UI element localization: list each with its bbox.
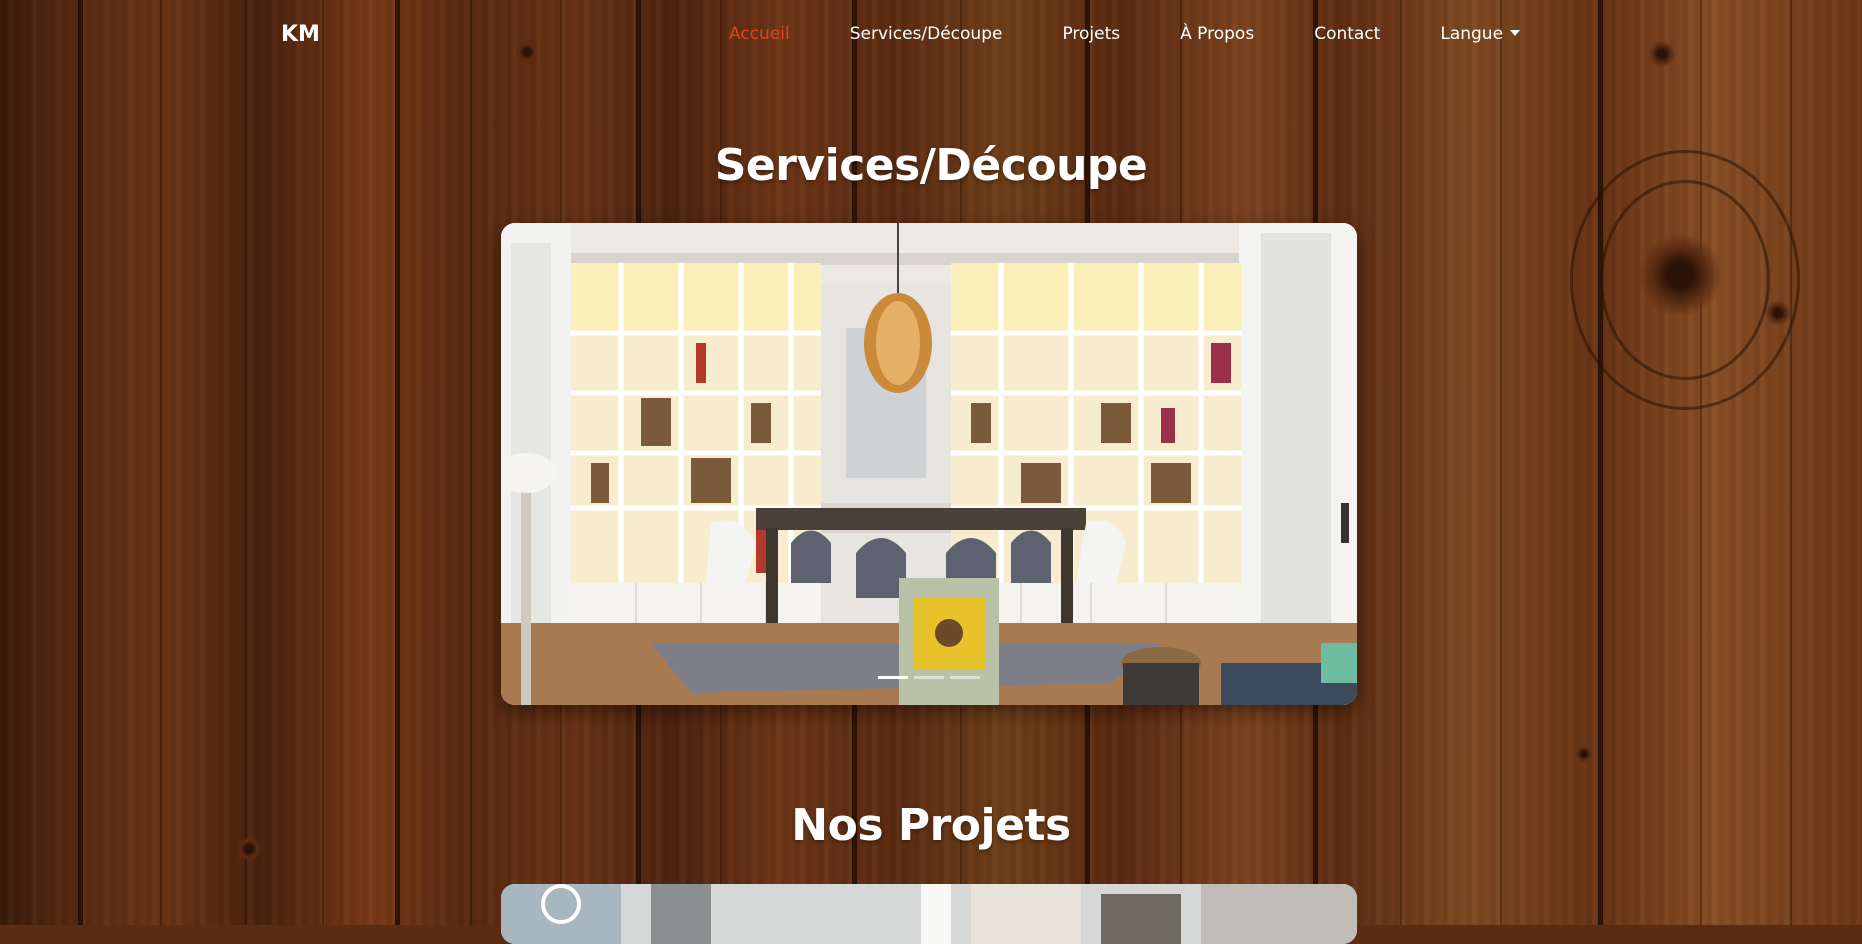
- nav-link-a-propos[interactable]: À Propos: [1180, 24, 1254, 44]
- plank-gap: [1598, 0, 1603, 925]
- wood-knot: [1765, 300, 1791, 326]
- wood-grain: [245, 0, 247, 925]
- nav-link-services[interactable]: Services/Découpe: [850, 24, 1003, 44]
- navbar: KM Accueil Services/Découpe Projets À Pr…: [0, 0, 1862, 72]
- carousel-indicator-3[interactable]: [950, 676, 980, 679]
- wood-grain: [1400, 0, 1402, 925]
- carousel-indicators: [501, 676, 1357, 679]
- wood-knot: [1575, 745, 1593, 763]
- nav-links: Accueil Services/Découpe Projets À Propo…: [729, 24, 1580, 44]
- nav-link-projets[interactable]: Projets: [1062, 24, 1120, 44]
- wood-grain: [322, 0, 324, 925]
- projects-carousel[interactable]: [501, 884, 1357, 944]
- services-carousel[interactable]: [501, 223, 1357, 705]
- nav-link-contact[interactable]: Contact: [1314, 24, 1380, 44]
- brand-logo[interactable]: KM: [281, 22, 320, 47]
- nav-link-accueil[interactable]: Accueil: [729, 24, 790, 44]
- carousel-slide-image: [501, 223, 1357, 705]
- wood-grain: [470, 0, 472, 925]
- nav-dropdown-langue[interactable]: Langue: [1440, 24, 1520, 44]
- caret-down-icon: [1510, 30, 1520, 36]
- carousel-indicator-1[interactable]: [878, 676, 908, 679]
- carousel-indicator-2[interactable]: [914, 676, 944, 679]
- wood-grain: [1500, 0, 1502, 925]
- wood-grain: [160, 0, 162, 925]
- wood-grain: [1700, 0, 1702, 925]
- services-section-title: Services/Découpe: [0, 140, 1862, 191]
- projects-slide-image: [501, 884, 1357, 944]
- nav-dropdown-langue-label: Langue: [1440, 24, 1503, 44]
- plank-gap: [78, 0, 83, 925]
- plank-gap: [395, 0, 400, 925]
- projects-section-title: Nos Projets: [0, 800, 1862, 851]
- wood-grain: [1790, 0, 1792, 925]
